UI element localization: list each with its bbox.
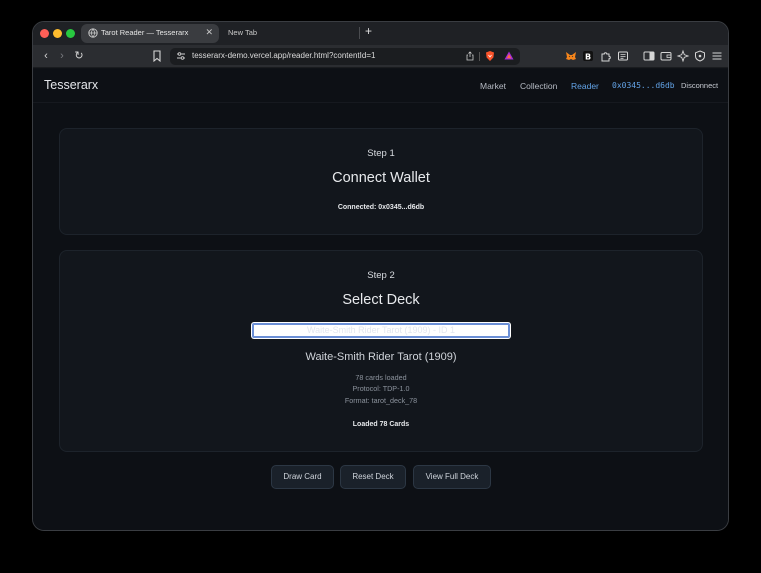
tab-divider	[359, 27, 360, 39]
tab-close-icon[interactable]: ✕	[205, 27, 213, 38]
browser-window: Tarot Reader — Tesserarx ✕ New Tab + ‹ ›…	[32, 21, 729, 531]
new-tab-icon[interactable]: +	[365, 24, 372, 38]
deck-name: Waite-Smith Rider Tarot (1909)	[305, 351, 457, 363]
svg-text:B: B	[585, 52, 591, 61]
leo-ai-icon[interactable]	[676, 49, 690, 63]
step1-label: Step 1	[367, 148, 395, 159]
close-window-button[interactable]	[40, 29, 49, 38]
forward-icon[interactable]: ›	[55, 49, 69, 63]
wallet-address: 0x0345...d6db	[612, 81, 675, 90]
back-icon[interactable]: ‹	[39, 49, 53, 63]
brand-logo[interactable]: Tesserarx	[44, 78, 98, 92]
brave-rewards-icon[interactable]	[503, 50, 515, 62]
reload-icon[interactable]: ↻	[72, 49, 86, 63]
connection-status: Connected: 0x0345...d6db	[337, 204, 425, 211]
app-navbar: Tesserarx Market Collection Reader 0x034…	[33, 69, 728, 103]
deck-format: Format: tarot_deck_78	[344, 396, 418, 405]
puzzle-extensions-icon[interactable]	[599, 49, 613, 63]
draw-card-button[interactable]: Draw Card	[271, 465, 334, 489]
reset-deck-button[interactable]: Reset Deck	[340, 465, 406, 489]
site-settings-icon[interactable]	[176, 51, 186, 61]
vpn-shield-icon[interactable]	[693, 49, 707, 63]
view-full-deck-button[interactable]: View Full Deck	[413, 465, 491, 489]
page-content: Tesserarx Market Collection Reader 0x034…	[33, 69, 728, 530]
address-bar[interactable]: tesserarx-demo.vercel.app/reader.html?co…	[170, 48, 520, 65]
tab-new[interactable]: New Tab	[228, 28, 257, 37]
extension-b-icon[interactable]: B	[581, 49, 595, 63]
step1-title: Connect Wallet	[332, 170, 430, 186]
deck-select-value: Waite-Smith Rider Tarot (1909) - ID 1	[306, 325, 456, 335]
step2-title: Select Deck	[342, 292, 420, 308]
deck-cards-loaded: 78 cards loaded	[355, 373, 407, 382]
wallet-icon[interactable]	[659, 49, 673, 63]
maximize-window-button[interactable]	[66, 29, 75, 38]
reader-mode-icon[interactable]	[616, 49, 630, 63]
deck-load-status: Loaded 78 Cards	[352, 421, 410, 428]
step2-label: Step 2	[367, 270, 395, 281]
metamask-fox-icon[interactable]	[564, 49, 578, 63]
address-bar-divider	[479, 52, 480, 61]
brave-shields-icon[interactable]	[484, 50, 496, 62]
deck-protocol: Protocol: TDP-1.0	[352, 384, 410, 393]
tab-title: Tarot Reader — Tesserarx	[101, 28, 189, 37]
nav-reader[interactable]: Reader	[571, 81, 599, 91]
bookmark-icon[interactable]	[150, 49, 164, 63]
menu-icon[interactable]	[710, 49, 724, 63]
share-icon[interactable]	[465, 51, 475, 61]
nav-collection[interactable]: Collection	[520, 81, 557, 91]
tab-active[interactable]: Tarot Reader — Tesserarx ✕	[81, 24, 219, 43]
globe-icon	[88, 28, 98, 38]
tab-strip: Tarot Reader — Tesserarx ✕ New Tab +	[33, 22, 728, 45]
step2-card: Step 2 Select Deck Waite-Smith Rider Tar…	[59, 250, 703, 452]
minimize-window-button[interactable]	[53, 29, 62, 38]
browser-toolbar: ‹ › ↻ tesserarx-demo.vercel.app/reader.h…	[33, 45, 728, 68]
nav-market[interactable]: Market	[480, 81, 506, 91]
disconnect-button[interactable]: Disconnect	[681, 81, 718, 90]
url-text: tesserarx-demo.vercel.app/reader.html?co…	[192, 51, 376, 60]
sidebar-icon[interactable]	[642, 49, 656, 63]
step1-card: Step 1 Connect Wallet Connected: 0x0345.…	[59, 128, 703, 235]
deck-select[interactable]: Waite-Smith Rider Tarot (1909) - ID 1	[252, 323, 510, 338]
